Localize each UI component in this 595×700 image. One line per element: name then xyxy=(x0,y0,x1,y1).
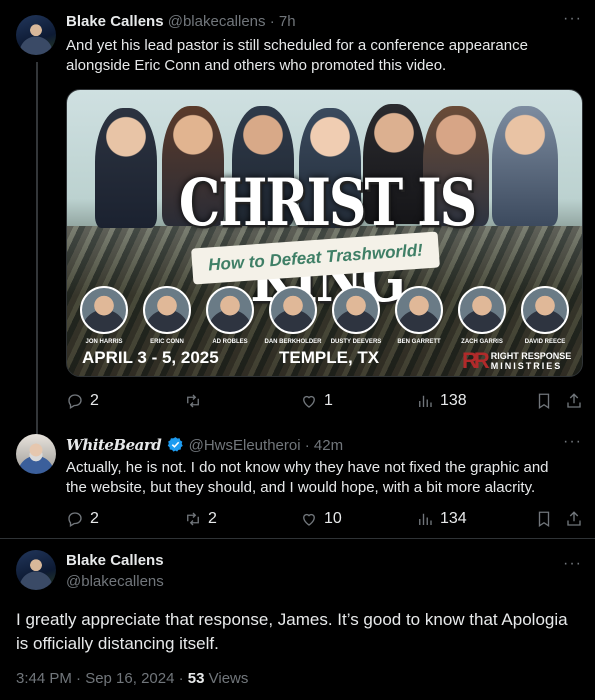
bookmark-button[interactable] xyxy=(535,510,553,528)
poster-date: APRIL 3 - 5, 2025 xyxy=(82,348,219,367)
views-count: 134 xyxy=(440,510,467,527)
tweet-text: And yet his lead pastor is still schedul… xyxy=(66,37,528,74)
tweet-header: Blake Callens @blakecallens · 7h xyxy=(66,13,296,30)
speaker-name: DAVID REECE xyxy=(524,339,566,345)
retweet-button[interactable] xyxy=(184,392,208,410)
author-handle[interactable]: @blakecallens xyxy=(66,573,164,590)
logo-line1: RIGHT RESPONSE xyxy=(490,351,572,361)
speaker-photo xyxy=(395,286,443,334)
author-name[interactable]: Blake Callens xyxy=(66,552,164,569)
tweet-timestamp[interactable]: 3:44 PM · Sep 16, 2024 · xyxy=(16,670,188,687)
poster-person xyxy=(95,108,157,228)
share-button[interactable] xyxy=(565,392,583,410)
poster-person xyxy=(492,106,558,226)
like-button[interactable]: 1 xyxy=(300,392,333,410)
like-button[interactable]: 10 xyxy=(300,510,342,528)
bookmark-icon xyxy=(538,511,550,528)
speaker-photo xyxy=(458,286,506,334)
bookmark-button[interactable] xyxy=(535,392,553,410)
tweet-meta: 3:44 PM · Sep 16, 2024 · 53 Views xyxy=(16,670,248,687)
avatar[interactable] xyxy=(16,550,56,590)
author-handle[interactable]: @HwsEleutheroi xyxy=(189,437,301,454)
speaker-name: BEN GARRETT xyxy=(397,339,441,345)
thread-line xyxy=(36,62,38,436)
views-count: 53 xyxy=(187,670,205,687)
speaker-name: DUSTY DEEVERS xyxy=(330,339,382,345)
speaker: AD ROBLES xyxy=(200,286,260,345)
share-icon xyxy=(567,511,581,526)
reply-button[interactable]: 2 xyxy=(66,510,99,528)
speaker: ZACH GARRIS xyxy=(452,286,512,345)
divider xyxy=(0,538,595,539)
like-count: 1 xyxy=(324,392,333,409)
views-label: Views xyxy=(204,670,249,687)
speaker-photo xyxy=(521,286,569,334)
like-icon xyxy=(303,513,315,526)
views-button[interactable]: 138 xyxy=(416,392,467,410)
speaker-photo xyxy=(206,286,254,334)
avatar[interactable] xyxy=(16,15,56,55)
more-icon[interactable]: ··· xyxy=(563,433,582,451)
views-count: 138 xyxy=(440,392,467,409)
logo-line2: MINISTRIES xyxy=(490,361,563,371)
speaker-photo xyxy=(143,286,191,334)
author-handle[interactable]: @blakecallens xyxy=(168,13,266,30)
speaker: DAN BERKHOLDER xyxy=(263,286,323,345)
tweet-time[interactable]: 42m xyxy=(314,437,343,454)
views-icon xyxy=(419,513,432,525)
logo-mark: RR xyxy=(462,348,490,373)
like-icon xyxy=(303,395,315,408)
more-icon[interactable]: ··· xyxy=(563,555,582,573)
speaker: DUSTY DEEVERS xyxy=(326,286,386,345)
reply-icon xyxy=(68,512,82,527)
speaker: ERIC CONN xyxy=(137,286,197,345)
retweet-icon xyxy=(187,512,199,526)
speaker-photo xyxy=(80,286,128,334)
share-button[interactable] xyxy=(565,510,583,528)
speaker-name: JON HARRIS xyxy=(85,339,123,345)
tweet-header: WhiteBeard @HwsEleutheroi · 42m xyxy=(66,436,344,454)
views-icon xyxy=(419,395,432,407)
retweet-count: 2 xyxy=(208,510,217,527)
speaker-name: AD ROBLES xyxy=(212,339,248,345)
speaker: JON HARRIS xyxy=(74,286,134,345)
views-button[interactable]: 134 xyxy=(416,510,467,528)
reply-icon xyxy=(68,394,82,409)
poster-location: TEMPLE, TX xyxy=(279,348,380,367)
tweet-image[interactable]: CHRIST IS KING How to Defeat Trashworld!… xyxy=(66,89,583,377)
speaker-photo xyxy=(332,286,380,334)
speaker: DAVID REECE xyxy=(515,286,575,345)
reply-count: 2 xyxy=(90,510,99,527)
retweet-button[interactable]: 2 xyxy=(184,510,217,528)
tweet-time[interactable]: 7h xyxy=(279,13,296,30)
reply-count: 2 xyxy=(90,392,99,409)
retweet-icon xyxy=(187,394,199,408)
author-name[interactable]: WhiteBeard xyxy=(66,436,162,454)
tweet-text: Actually, he is not. I do not know why t… xyxy=(66,459,549,496)
ministry-logo: RR RIGHT RESPONSE MINISTRIES xyxy=(462,348,571,374)
speaker-name: ZACH GARRIS xyxy=(461,339,503,345)
more-icon[interactable]: ··· xyxy=(563,10,582,28)
speaker-name: DAN BERKHOLDER xyxy=(264,339,322,345)
author-name[interactable]: Blake Callens xyxy=(66,13,164,30)
verified-icon xyxy=(168,437,184,452)
like-count: 10 xyxy=(324,510,342,527)
speaker-photo xyxy=(269,286,317,334)
speaker-name: ERIC CONN xyxy=(150,339,184,345)
share-icon xyxy=(567,393,581,408)
bookmark-icon xyxy=(538,393,550,410)
speaker: BEN GARRETT xyxy=(389,286,449,345)
reply-button[interactable]: 2 xyxy=(66,392,99,410)
avatar[interactable] xyxy=(16,434,56,474)
tweet-text: I greatly appreciate that response, Jame… xyxy=(16,610,568,653)
